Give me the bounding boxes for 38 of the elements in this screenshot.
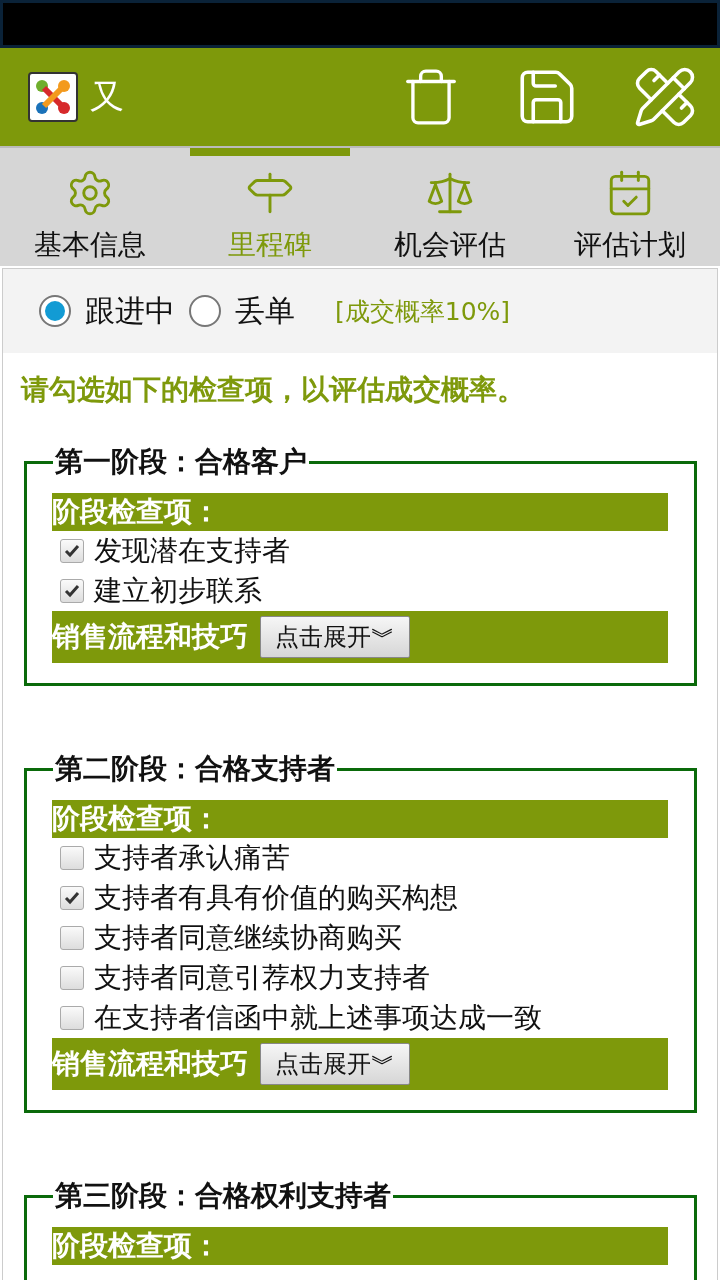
check-icon bbox=[64, 543, 80, 559]
checkbox[interactable] bbox=[60, 886, 84, 910]
checklist-item: 在支持者信函中就上述事项达成一致 bbox=[94, 1000, 542, 1036]
expand-button[interactable]: 点击展开︾ bbox=[260, 616, 410, 658]
checkbox[interactable] bbox=[60, 926, 84, 950]
checkbox[interactable] bbox=[60, 539, 84, 563]
stage-title: 第二阶段：合格支持者 bbox=[54, 751, 336, 787]
check-icon bbox=[64, 583, 80, 599]
checklist-header: 阶段检查项： bbox=[52, 493, 668, 531]
checkbox[interactable] bbox=[60, 579, 84, 603]
checklist-item: 支持者承认痛苦 bbox=[94, 840, 290, 876]
checklist-item: 建立初步联系 bbox=[94, 573, 262, 609]
tips-label: 销售流程和技巧 bbox=[52, 619, 248, 655]
checklist-item: 支持者有具有价值的购买构想 bbox=[94, 880, 458, 916]
check-icon bbox=[64, 890, 80, 906]
tab[interactable]: 机会评估 bbox=[370, 148, 530, 266]
expand-button[interactable]: 点击展开︾ bbox=[260, 1043, 410, 1085]
logo-icon bbox=[28, 72, 78, 122]
tab[interactable]: 评估计划 bbox=[550, 148, 710, 266]
checklist-item: 发现潜在支持者 bbox=[94, 533, 290, 569]
checklist-header: 阶段检查项： bbox=[52, 800, 668, 838]
checkbox[interactable] bbox=[60, 1006, 84, 1030]
checklist-item: 支持者同意引荐权力支持者 bbox=[94, 960, 430, 996]
checklist-item: 支持者同意继续协商购买 bbox=[94, 920, 402, 956]
radio-button[interactable] bbox=[189, 295, 221, 327]
probability-text: [成交概率10%] bbox=[335, 295, 511, 328]
checkbox[interactable] bbox=[60, 846, 84, 870]
radio-label: 丢单 bbox=[235, 291, 295, 330]
instruction-text: 请勾选如下的检查项，以评估成交概率。 bbox=[19, 372, 526, 408]
checkbox[interactable] bbox=[60, 966, 84, 990]
stage-title: 第一阶段：合格客户 bbox=[54, 444, 308, 480]
radio-button[interactable] bbox=[39, 295, 71, 327]
checklist-header: 阶段检查项： bbox=[52, 1227, 668, 1265]
tips-label: 销售流程和技巧 bbox=[52, 1046, 248, 1082]
radio-label: 跟进中 bbox=[85, 291, 175, 330]
tab[interactable]: 基本信息 bbox=[10, 148, 170, 266]
stage-title: 第三阶段：合格权利支持者 bbox=[54, 1178, 392, 1214]
app-title: 又 bbox=[90, 75, 125, 118]
